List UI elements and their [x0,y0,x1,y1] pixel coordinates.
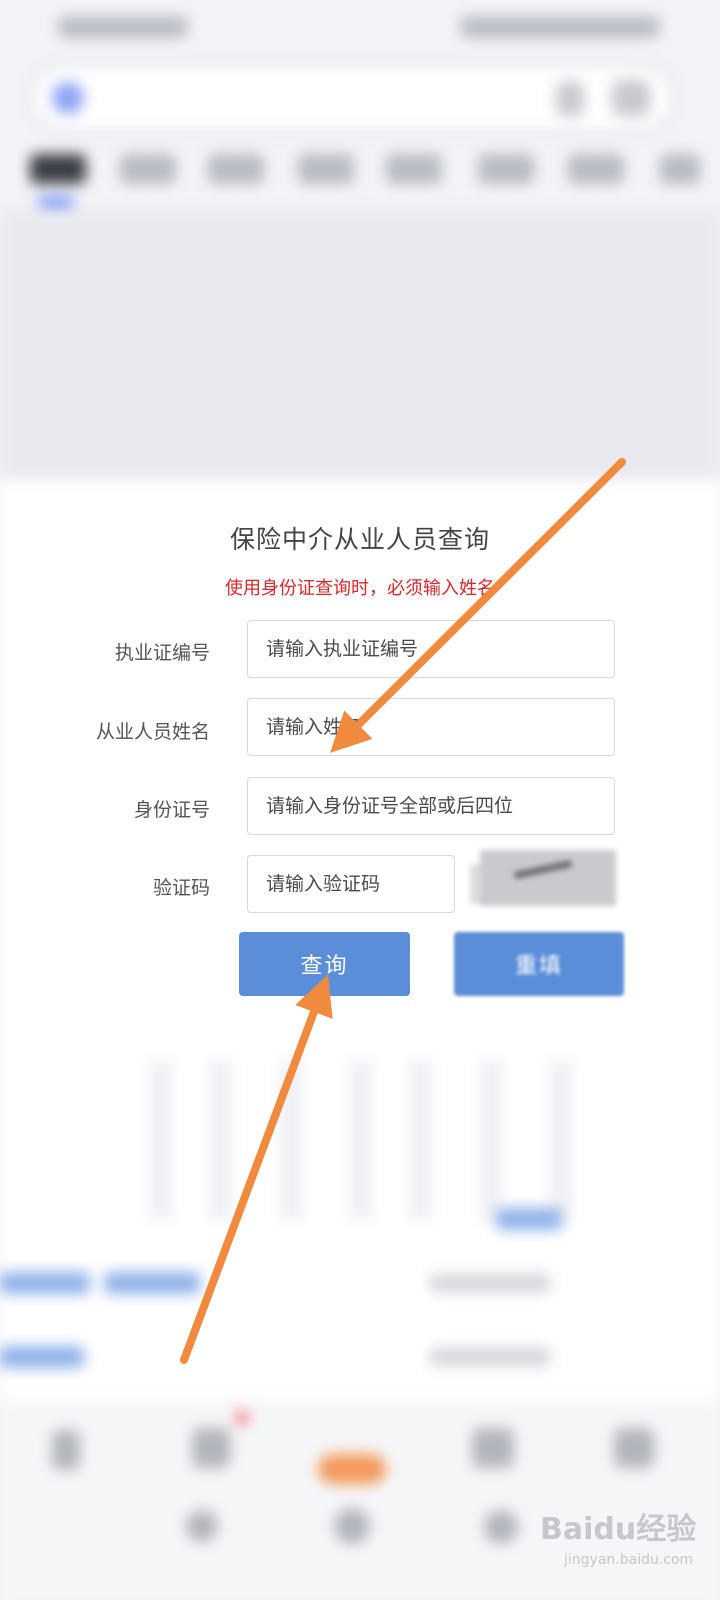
license-number-input[interactable] [247,620,615,678]
profile-icon[interactable] [614,1428,654,1468]
captcha-input[interactable] [247,855,455,913]
watermark-url: jingyan.baidu.com [564,1552,694,1568]
query-dialog: 保险中介从业人员查询 使用身份证查询时，必须输入姓名 执业证编号 从业人员姓名 … [0,500,720,1020]
baidu-jingyan-watermark: Baidu经验 jingyan.baidu.com [540,1496,710,1586]
result-date [430,1274,550,1292]
tab-underline [38,198,74,206]
background-graphic [150,1060,620,1220]
microphone-icon[interactable] [556,82,584,116]
reset-button[interactable]: 重填 [454,932,624,996]
license-number-label: 执业证编号 [114,642,210,664]
dialog-title: 保险中介从业人员查询 [229,525,490,554]
tab[interactable] [568,154,624,184]
id-card-warning: 使用身份证查询时，必须输入姓名 [225,578,495,599]
banner-area [0,210,720,480]
captcha-label: 验证码 [152,877,210,899]
captcha-image[interactable] [470,846,616,912]
browser-logo-icon [52,82,84,114]
notification-dot [236,1412,248,1424]
tab-active[interactable] [30,154,86,184]
id-number-input[interactable] [247,777,615,835]
result-link[interactable] [104,1272,200,1294]
query-button[interactable]: 查询 [239,932,410,996]
home-pill[interactable] [318,1454,386,1484]
watermark-logo-text: Baidu经验 [540,1512,697,1547]
tab[interactable] [386,154,442,184]
system-home-icon[interactable] [334,1508,370,1544]
camera-icon[interactable] [612,80,650,116]
name-label: 从业人员姓名 [95,721,210,743]
system-back-icon[interactable] [186,1510,218,1542]
system-recent-icon[interactable] [484,1510,518,1544]
result-date [430,1348,550,1366]
tab[interactable] [208,154,264,184]
tab[interactable] [660,154,700,184]
browser-search-bar[interactable] [28,62,676,134]
more-link[interactable] [496,1208,562,1230]
name-input[interactable] [247,698,615,756]
status-bar [0,10,720,46]
windows-icon[interactable] [472,1428,514,1468]
status-bar-battery [460,16,660,38]
result-link[interactable] [0,1346,84,1368]
result-link[interactable] [0,1272,90,1294]
category-tabs [0,150,720,206]
tab[interactable] [478,154,534,184]
id-number-label: 身份证号 [133,799,210,821]
tab[interactable] [120,154,176,184]
tab[interactable] [298,154,354,184]
tabs-icon[interactable] [192,1428,230,1468]
status-bar-signal [58,16,188,38]
back-icon[interactable] [52,1430,80,1470]
